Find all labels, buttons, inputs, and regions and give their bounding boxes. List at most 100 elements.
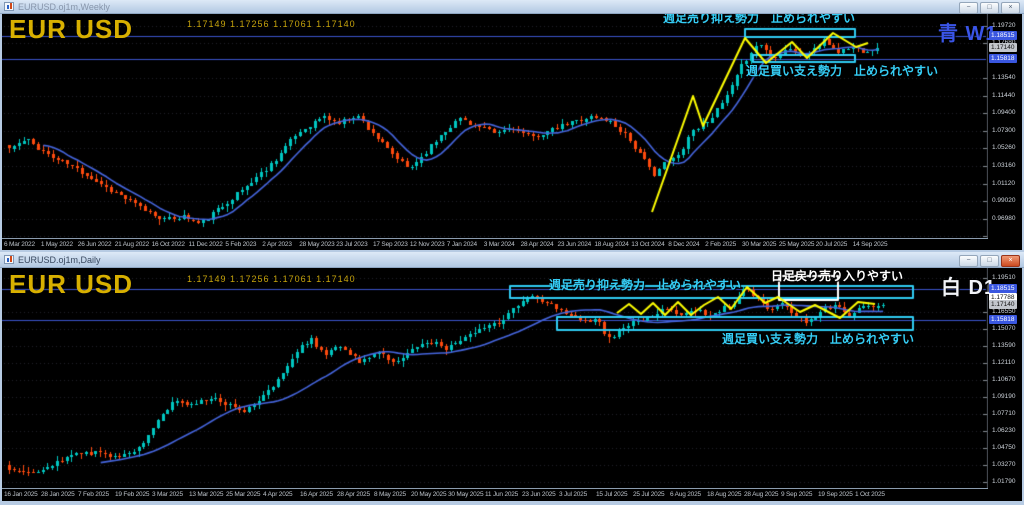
price-tick-label: 1.03160 — [992, 162, 1016, 170]
daily-price-axis[interactable]: 1.19510 1.16550 1.15070 1.13590 1.12110 1.106… — [988, 268, 1024, 488]
minimize-button[interactable]: − — [959, 2, 978, 14]
price-tick-label: 0.99020 — [992, 197, 1016, 205]
date-label: 30 May 2025 — [448, 491, 484, 498]
window-border-bottom — [0, 501, 1024, 505]
daily-sell-zone-label: 週足売り抑え勢力 止められやすい — [549, 278, 742, 292]
date-label: 6 Aug 2025 — [670, 491, 701, 498]
symbol-watermark: EUR USD — [9, 14, 134, 44]
date-label: 2 Feb 2025 — [705, 241, 736, 248]
restore-button[interactable]: □ — [980, 255, 999, 267]
price-tick-label: 1.10670 — [992, 375, 1016, 383]
date-label: 28 Jan 2025 — [41, 491, 75, 498]
date-label: 3 Jul 2025 — [559, 491, 587, 498]
price-tick-label: 1.19510 — [992, 273, 1016, 281]
date-label: 25 Jul 2025 — [633, 491, 665, 498]
date-label: 11 Dec 2022 — [188, 241, 223, 248]
price-tick-label: 1.09190 — [992, 392, 1016, 400]
price-tick-label: 1.05260 — [992, 144, 1016, 152]
date-label: 21 Aug 2022 — [114, 241, 150, 248]
price-tag-blue: 1.18515 — [989, 284, 1017, 294]
weekly-chart-canvas[interactable] — [0, 14, 988, 238]
date-label: 16 Oct 2022 — [151, 241, 185, 248]
window-border-left — [0, 14, 2, 250]
chart-icon — [4, 255, 14, 264]
date-label: 7 Jan 2024 — [446, 241, 477, 248]
weekly-price-axis[interactable]: 1.197201.176801.135401.114401.094001.073… — [988, 14, 1024, 238]
date-label: 18 Aug 2025 — [707, 491, 742, 498]
price-tick-label: 1.04750 — [992, 443, 1016, 451]
date-label: 17 Sep 2023 — [373, 241, 408, 248]
date-label: 11 Jun 2025 — [485, 491, 519, 498]
date-label: 19 Sep 2025 — [818, 491, 853, 498]
close-button[interactable]: × — [1001, 255, 1020, 267]
restore-button[interactable]: □ — [980, 2, 999, 14]
window-title: EURUSD.oj1m,Weekly — [18, 2, 110, 12]
date-label: 20 May 2025 — [411, 491, 447, 498]
daily-time-axis[interactable]: 16 Jan 2025 28 Jan 2025 7 Feb 2025 19 Feb 2… — [0, 488, 988, 502]
weekly-titlebar[interactable]: EURUSD.oj1m,Weekly − □ × — [0, 0, 1024, 14]
price-tick-label: 1.11440 — [992, 92, 1016, 100]
price-tag-blue: 1.15818 — [989, 315, 1017, 325]
ohlc-readout: 1.17149 1.17256 1.17061 1.17140 — [187, 274, 356, 284]
daily-pullback-sell-label: 日足戻り売り入りやすい — [771, 269, 904, 283]
price-tick-label: 0.96980 — [992, 214, 1016, 222]
price-tag-gray: 1.17140 — [989, 300, 1017, 309]
price-tick-label: 1.12110 — [992, 359, 1016, 367]
price-tick-label: 1.07300 — [992, 127, 1016, 135]
minimize-button[interactable]: − — [959, 255, 978, 267]
date-label: 3 Mar 2025 — [152, 491, 183, 498]
date-label: 30 Mar 2025 — [742, 241, 777, 248]
date-label: 16 Apr 2025 — [300, 491, 333, 498]
chart-window-weekly: EUR USD 1.17149 1.17256 1.17061 1.17140 … — [0, 0, 1024, 252]
date-label: 26 Jun 2022 — [77, 241, 112, 248]
window-controls: − □ × — [959, 2, 1020, 14]
date-label: 13 Mar 2025 — [189, 491, 224, 498]
date-label: 5 Feb 2023 — [225, 241, 257, 248]
date-label: 28 May 2023 — [299, 241, 335, 248]
date-label: 23 Jul 2023 — [336, 241, 368, 248]
window-border-left — [0, 268, 2, 501]
date-label: 8 Dec 2024 — [668, 241, 700, 248]
date-label: 6 Mar 2022 — [4, 241, 35, 248]
price-tick-label: 1.19720 — [992, 21, 1016, 29]
date-label: 12 Nov 2023 — [409, 241, 445, 248]
price-tag-blue: 1.15818 — [989, 53, 1017, 63]
window-title: EURUSD.oj1m,Daily — [18, 255, 101, 265]
date-label: 1 Oct 2025 — [855, 491, 885, 498]
date-label: 28 Aug 2025 — [744, 491, 779, 498]
date-label: 1 May 2022 — [40, 241, 73, 248]
price-tick-label: 1.13540 — [992, 74, 1016, 82]
daily-buy-zone-label: 週足買い支え勢力 止められやすい — [722, 332, 915, 346]
date-label: 2 Apr 2023 — [262, 241, 292, 248]
date-label: 28 Apr 2025 — [337, 491, 370, 498]
date-label: 3 Mar 2024 — [483, 241, 515, 248]
date-label: 28 Apr 2024 — [520, 241, 554, 248]
date-label: 19 Feb 2025 — [115, 491, 150, 498]
date-label: 13 Oct 2024 — [631, 241, 665, 248]
date-label: 9 Sep 2025 — [781, 491, 813, 498]
price-tick-label: 1.09400 — [992, 109, 1016, 117]
date-label: 16 Jan 2025 — [4, 491, 38, 498]
close-button[interactable]: × — [1001, 2, 1020, 14]
daily-chart-canvas[interactable] — [0, 268, 988, 488]
weekly-buy-zone-label: 週足買い支え勢力 止められやすい — [746, 64, 939, 78]
symbol-watermark: EUR USD — [9, 269, 134, 299]
price-tick-label: 1.01790 — [992, 478, 1016, 486]
price-tick-label: 1.15070 — [992, 324, 1016, 332]
ohlc-readout: 1.17149 1.17256 1.17061 1.17140 — [187, 19, 356, 29]
date-label: 14 Sep 2025 — [852, 241, 888, 248]
price-tick-label: 1.07710 — [992, 409, 1016, 417]
date-label: 20 Jul 2025 — [815, 241, 848, 248]
date-label: 25 Mar 2025 — [226, 491, 261, 498]
daily-titlebar[interactable]: EURUSD.oj1m,Daily − □ × — [0, 252, 1024, 268]
window-controls: − □ × — [959, 255, 1020, 267]
date-label: 23 Jun 2024 — [557, 241, 592, 248]
date-label: 4 Apr 2025 — [263, 491, 293, 498]
price-tag-blue: 1.18515 — [989, 31, 1017, 40]
chart-window-daily: EUR USD 1.17149 1.17256 1.17061 1.17140 … — [0, 252, 1024, 505]
price-tick-label: 1.06230 — [992, 426, 1016, 434]
date-label: 8 May 2025 — [374, 491, 406, 498]
price-tag-gray: 1.17140 — [989, 42, 1017, 52]
chart-icon — [4, 2, 14, 11]
date-label: 23 Jun 2025 — [522, 491, 556, 498]
